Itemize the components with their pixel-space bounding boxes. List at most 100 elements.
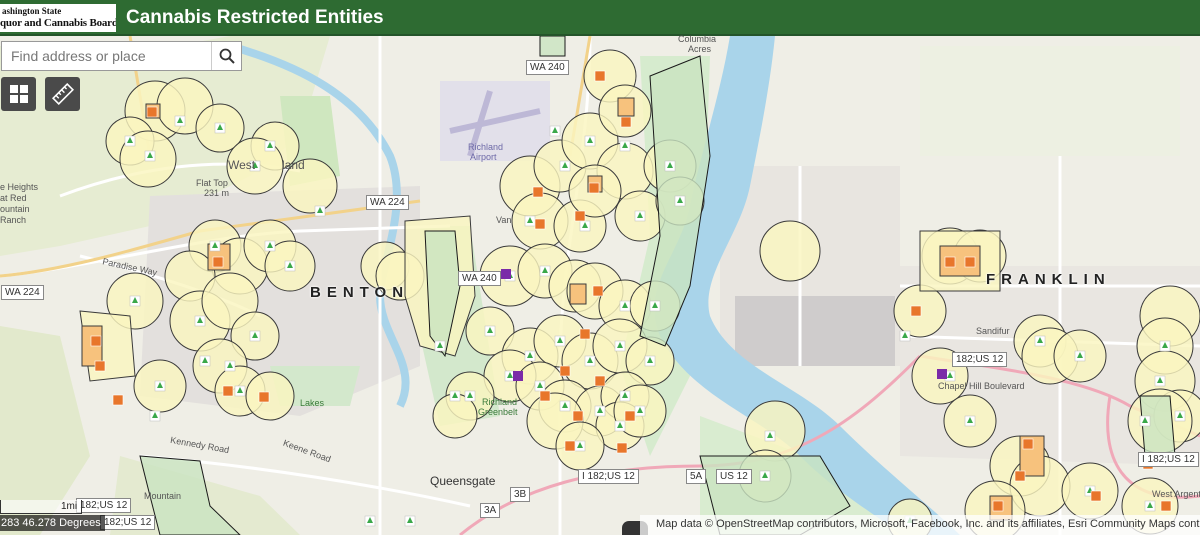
retailer-marker-icon[interactable]: [992, 500, 1004, 512]
park-marker-icon[interactable]: [199, 355, 211, 367]
park-marker-icon[interactable]: [1034, 335, 1046, 347]
park-marker-icon[interactable]: [1154, 375, 1166, 387]
retailer-marker-icon[interactable]: [222, 385, 234, 397]
park-marker-icon[interactable]: [614, 340, 626, 352]
heights-label: e Heights: [0, 182, 39, 192]
park-marker-icon[interactable]: [464, 390, 476, 402]
benton-county-label: BENTON: [310, 284, 410, 301]
retailer-marker-icon[interactable]: [532, 186, 544, 198]
retailer-marker-icon[interactable]: [1090, 490, 1102, 502]
retailer-marker-icon[interactable]: [594, 70, 606, 82]
retailer-marker-icon[interactable]: [146, 106, 158, 118]
park-marker-icon[interactable]: [664, 160, 676, 172]
park-marker-icon[interactable]: [619, 140, 631, 152]
park-marker-icon[interactable]: [559, 400, 571, 412]
park-marker-icon[interactable]: [759, 470, 771, 482]
park-marker-icon[interactable]: [249, 330, 261, 342]
retailer-marker-icon[interactable]: [534, 218, 546, 230]
retailer-marker-icon[interactable]: [1160, 500, 1172, 512]
park-marker-icon[interactable]: [194, 315, 206, 327]
park-marker-icon[interactable]: [584, 135, 596, 147]
park-marker-icon[interactable]: [1174, 410, 1186, 422]
park-marker-icon[interactable]: [579, 220, 591, 232]
retailer-marker-icon[interactable]: [1022, 438, 1034, 450]
park-marker-icon[interactable]: [634, 405, 646, 417]
park-marker-icon[interactable]: [619, 390, 631, 402]
park-marker-icon[interactable]: [644, 355, 656, 367]
retailer-marker-icon[interactable]: [579, 328, 591, 340]
retailer-marker-icon[interactable]: [620, 116, 632, 128]
park-marker-icon[interactable]: [364, 515, 376, 527]
school-marker-icon[interactable]: [937, 369, 947, 379]
park-marker-icon[interactable]: [174, 115, 186, 127]
park-marker-icon[interactable]: [534, 380, 546, 392]
map-attribution[interactable]: Map data © OpenStreetMap contributors, M…: [640, 515, 1200, 535]
retailer-marker-icon[interactable]: [539, 390, 551, 402]
retailer-marker-icon[interactable]: [964, 256, 976, 268]
park-marker-icon[interactable]: [764, 430, 776, 442]
park-marker-icon[interactable]: [234, 385, 246, 397]
retailer-marker-icon[interactable]: [574, 210, 586, 222]
park-marker-icon[interactable]: [539, 265, 551, 277]
park-marker-icon[interactable]: [1159, 340, 1171, 352]
park-marker-icon[interactable]: [209, 240, 221, 252]
park-marker-icon[interactable]: [404, 515, 416, 527]
retailer-marker-icon[interactable]: [624, 410, 636, 422]
park-marker-icon[interactable]: [619, 300, 631, 312]
park-marker-icon[interactable]: [964, 415, 976, 427]
retailer-marker-icon[interactable]: [564, 440, 576, 452]
park-marker-icon[interactable]: [314, 205, 326, 217]
park-marker-icon[interactable]: [484, 325, 496, 337]
park-marker-icon[interactable]: [559, 160, 571, 172]
park-marker-icon[interactable]: [674, 195, 686, 207]
park-marker-icon[interactable]: [614, 420, 626, 432]
park-marker-icon[interactable]: [634, 210, 646, 222]
retailer-marker-icon[interactable]: [592, 285, 604, 297]
park-marker-icon[interactable]: [649, 300, 661, 312]
retailer-marker-icon[interactable]: [910, 305, 922, 317]
park-marker-icon[interactable]: [524, 350, 536, 362]
retailer-marker-icon[interactable]: [616, 442, 628, 454]
park-marker-icon[interactable]: [449, 390, 461, 402]
park-marker-icon[interactable]: [554, 335, 566, 347]
basemap-gallery-button[interactable]: [1, 77, 36, 111]
park-marker-icon[interactable]: [149, 410, 161, 422]
us12-shield-c: I 182;US 12: [578, 469, 639, 484]
park-marker-icon[interactable]: [129, 295, 141, 307]
park-marker-icon[interactable]: [154, 380, 166, 392]
park-marker-icon[interactable]: [584, 355, 596, 367]
retailer-marker-icon[interactable]: [944, 256, 956, 268]
retailer-marker-icon[interactable]: [572, 410, 584, 422]
park-marker-icon[interactable]: [1144, 500, 1156, 512]
park-marker-icon[interactable]: [264, 140, 276, 152]
park-marker-icon[interactable]: [574, 440, 586, 452]
school-marker-icon[interactable]: [501, 269, 511, 279]
park-marker-icon[interactable]: [899, 330, 911, 342]
exit-3b-shield: 3B: [510, 487, 531, 502]
retailer-marker-icon[interactable]: [588, 182, 600, 194]
park-marker-icon[interactable]: [264, 240, 276, 252]
park-marker-icon[interactable]: [1074, 350, 1086, 362]
park-marker-icon[interactable]: [549, 125, 561, 137]
park-marker-icon[interactable]: [1139, 415, 1151, 427]
retailer-marker-icon[interactable]: [258, 391, 270, 403]
retailer-marker-icon[interactable]: [212, 256, 224, 268]
retailer-marker-icon[interactable]: [559, 365, 571, 377]
park-marker-icon[interactable]: [284, 260, 296, 272]
retailer-marker-icon[interactable]: [594, 375, 606, 387]
park-marker-icon[interactable]: [224, 360, 236, 372]
search-input[interactable]: [2, 42, 212, 70]
park-marker-icon[interactable]: [144, 150, 156, 162]
park-marker-icon[interactable]: [434, 340, 446, 352]
school-marker-icon[interactable]: [513, 371, 523, 381]
park-marker-icon[interactable]: [214, 122, 226, 134]
retailer-marker-icon[interactable]: [112, 394, 124, 406]
park-marker-icon[interactable]: [124, 135, 136, 147]
retailer-marker-icon[interactable]: [94, 360, 106, 372]
retailer-marker-icon[interactable]: [90, 335, 102, 347]
park-marker-icon[interactable]: [594, 405, 606, 417]
measure-button[interactable]: [45, 77, 80, 111]
park-marker-icon[interactable]: [524, 215, 536, 227]
search-button[interactable]: [211, 42, 241, 70]
retailer-marker-icon[interactable]: [1014, 470, 1026, 482]
